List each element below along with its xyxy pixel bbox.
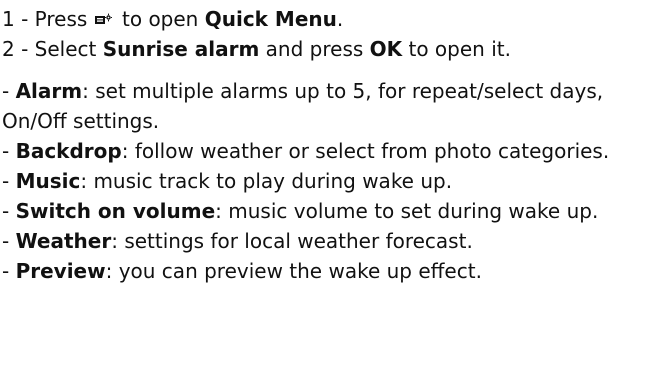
feature-term-music: Music	[15, 169, 81, 193]
feature-term-weather: Weather	[15, 229, 112, 253]
feature-dash: -	[2, 139, 16, 163]
feature-dash: -	[2, 199, 16, 223]
feature-preview: - Preview: you can preview the wake up e…	[2, 256, 642, 286]
feature-term-backdrop: Backdrop	[15, 139, 122, 163]
feature-backdrop: - Backdrop: follow weather or select fro…	[2, 136, 642, 166]
feature-text-preview: : you can preview the wake up effect.	[105, 259, 482, 283]
step-1: 1 - Press to open Quick Menu.	[2, 4, 654, 34]
feature-text-backdrop: : follow weather or select from photo ca…	[121, 139, 610, 163]
feature-term-alarm: Alarm	[15, 79, 83, 103]
feature-text-music: : music track to play during wake up.	[80, 169, 453, 193]
ok-label: OK	[369, 37, 403, 61]
instructions-document: 1 - Press to open Quick Menu. 2 - Select…	[0, 0, 654, 388]
feature-text-switch-on-volume: : music volume to set during wake up.	[215, 199, 599, 223]
feature-text-weather: : settings for local weather forecast.	[111, 229, 473, 253]
feature-text-alarm: : set multiple alarms up to 5, for repea…	[2, 79, 604, 133]
feature-dash: -	[2, 169, 16, 193]
step-1-middle: to open	[115, 7, 205, 31]
step-2: 2 - Select Sunrise alarm and press OK to…	[2, 34, 654, 64]
feature-dash: -	[2, 259, 16, 283]
feature-dash: -	[2, 79, 16, 103]
feature-term-switch-on-volume: Switch on volume	[15, 199, 216, 223]
step-2-middle: and press	[259, 37, 370, 61]
feature-switch-on-volume: - Switch on volume: music volume to set …	[2, 196, 642, 226]
feature-music: - Music: music track to play during wake…	[2, 166, 642, 196]
step-2-suffix: to open it.	[402, 37, 511, 61]
feature-term-preview: Preview	[15, 259, 106, 283]
feature-alarm: - Alarm: set multiple alarms up to 5, fo…	[2, 76, 642, 136]
quick-menu-icon	[94, 13, 112, 27]
feature-dash: -	[2, 229, 16, 253]
feature-weather: - Weather: settings for local weather fo…	[2, 226, 642, 256]
step-2-prefix: 2 - Select	[2, 37, 103, 61]
quick-menu-label: Quick Menu	[204, 7, 337, 31]
step-1-prefix: 1 - Press	[2, 7, 94, 31]
sunrise-alarm-label: Sunrise alarm	[102, 37, 260, 61]
step-1-suffix: .	[336, 7, 344, 31]
